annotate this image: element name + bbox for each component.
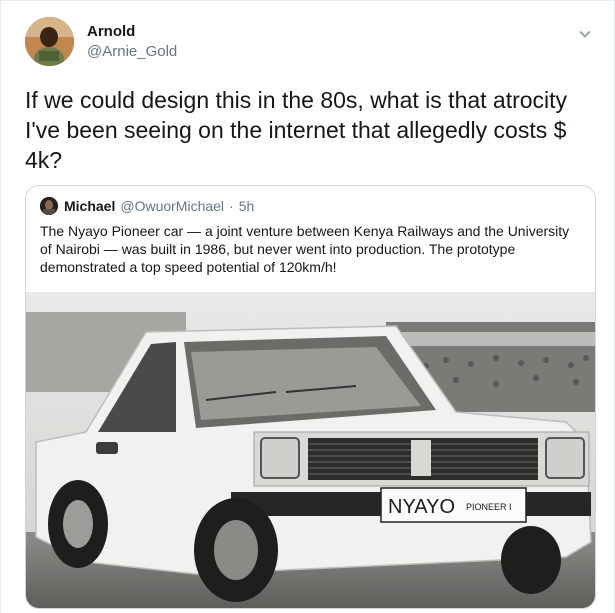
author-handle[interactable]: @Arnie_Gold [87, 41, 177, 63]
tweet-text: If we could design this in the 80s, what… [25, 87, 568, 173]
plate-text: NYAYO [388, 496, 455, 518]
author-info[interactable]: Arnold @Arnie_Gold [87, 23, 177, 63]
quoted-tweet[interactable]: Michael @OwuorMichael · 5h The Nyayo Pio… [25, 185, 596, 609]
quoted-timestamp: 5h [238, 198, 255, 214]
quoted-tweet-header: Michael @OwuorMichael · 5h [40, 196, 254, 216]
quoted-tweet-text: The Nyayo Pioneer car — a joint venture … [40, 223, 570, 275]
tweet: Arnold @Arnie_Gold If we could design th… [0, 0, 615, 613]
quoted-author-handle: @OwuorMichael [120, 198, 225, 214]
plate-subtext: PIONEER I [466, 502, 512, 512]
quoted-author-name: Michael [64, 198, 116, 214]
quoted-photo[interactable]: NYAYO PIONEER I [26, 292, 595, 608]
quoted-separator: · [229, 198, 234, 214]
quoted-author-avatar [40, 197, 58, 215]
chevron-down-icon[interactable] [578, 27, 592, 41]
author-name[interactable]: Arnold [87, 23, 177, 41]
author-avatar[interactable] [25, 17, 74, 66]
